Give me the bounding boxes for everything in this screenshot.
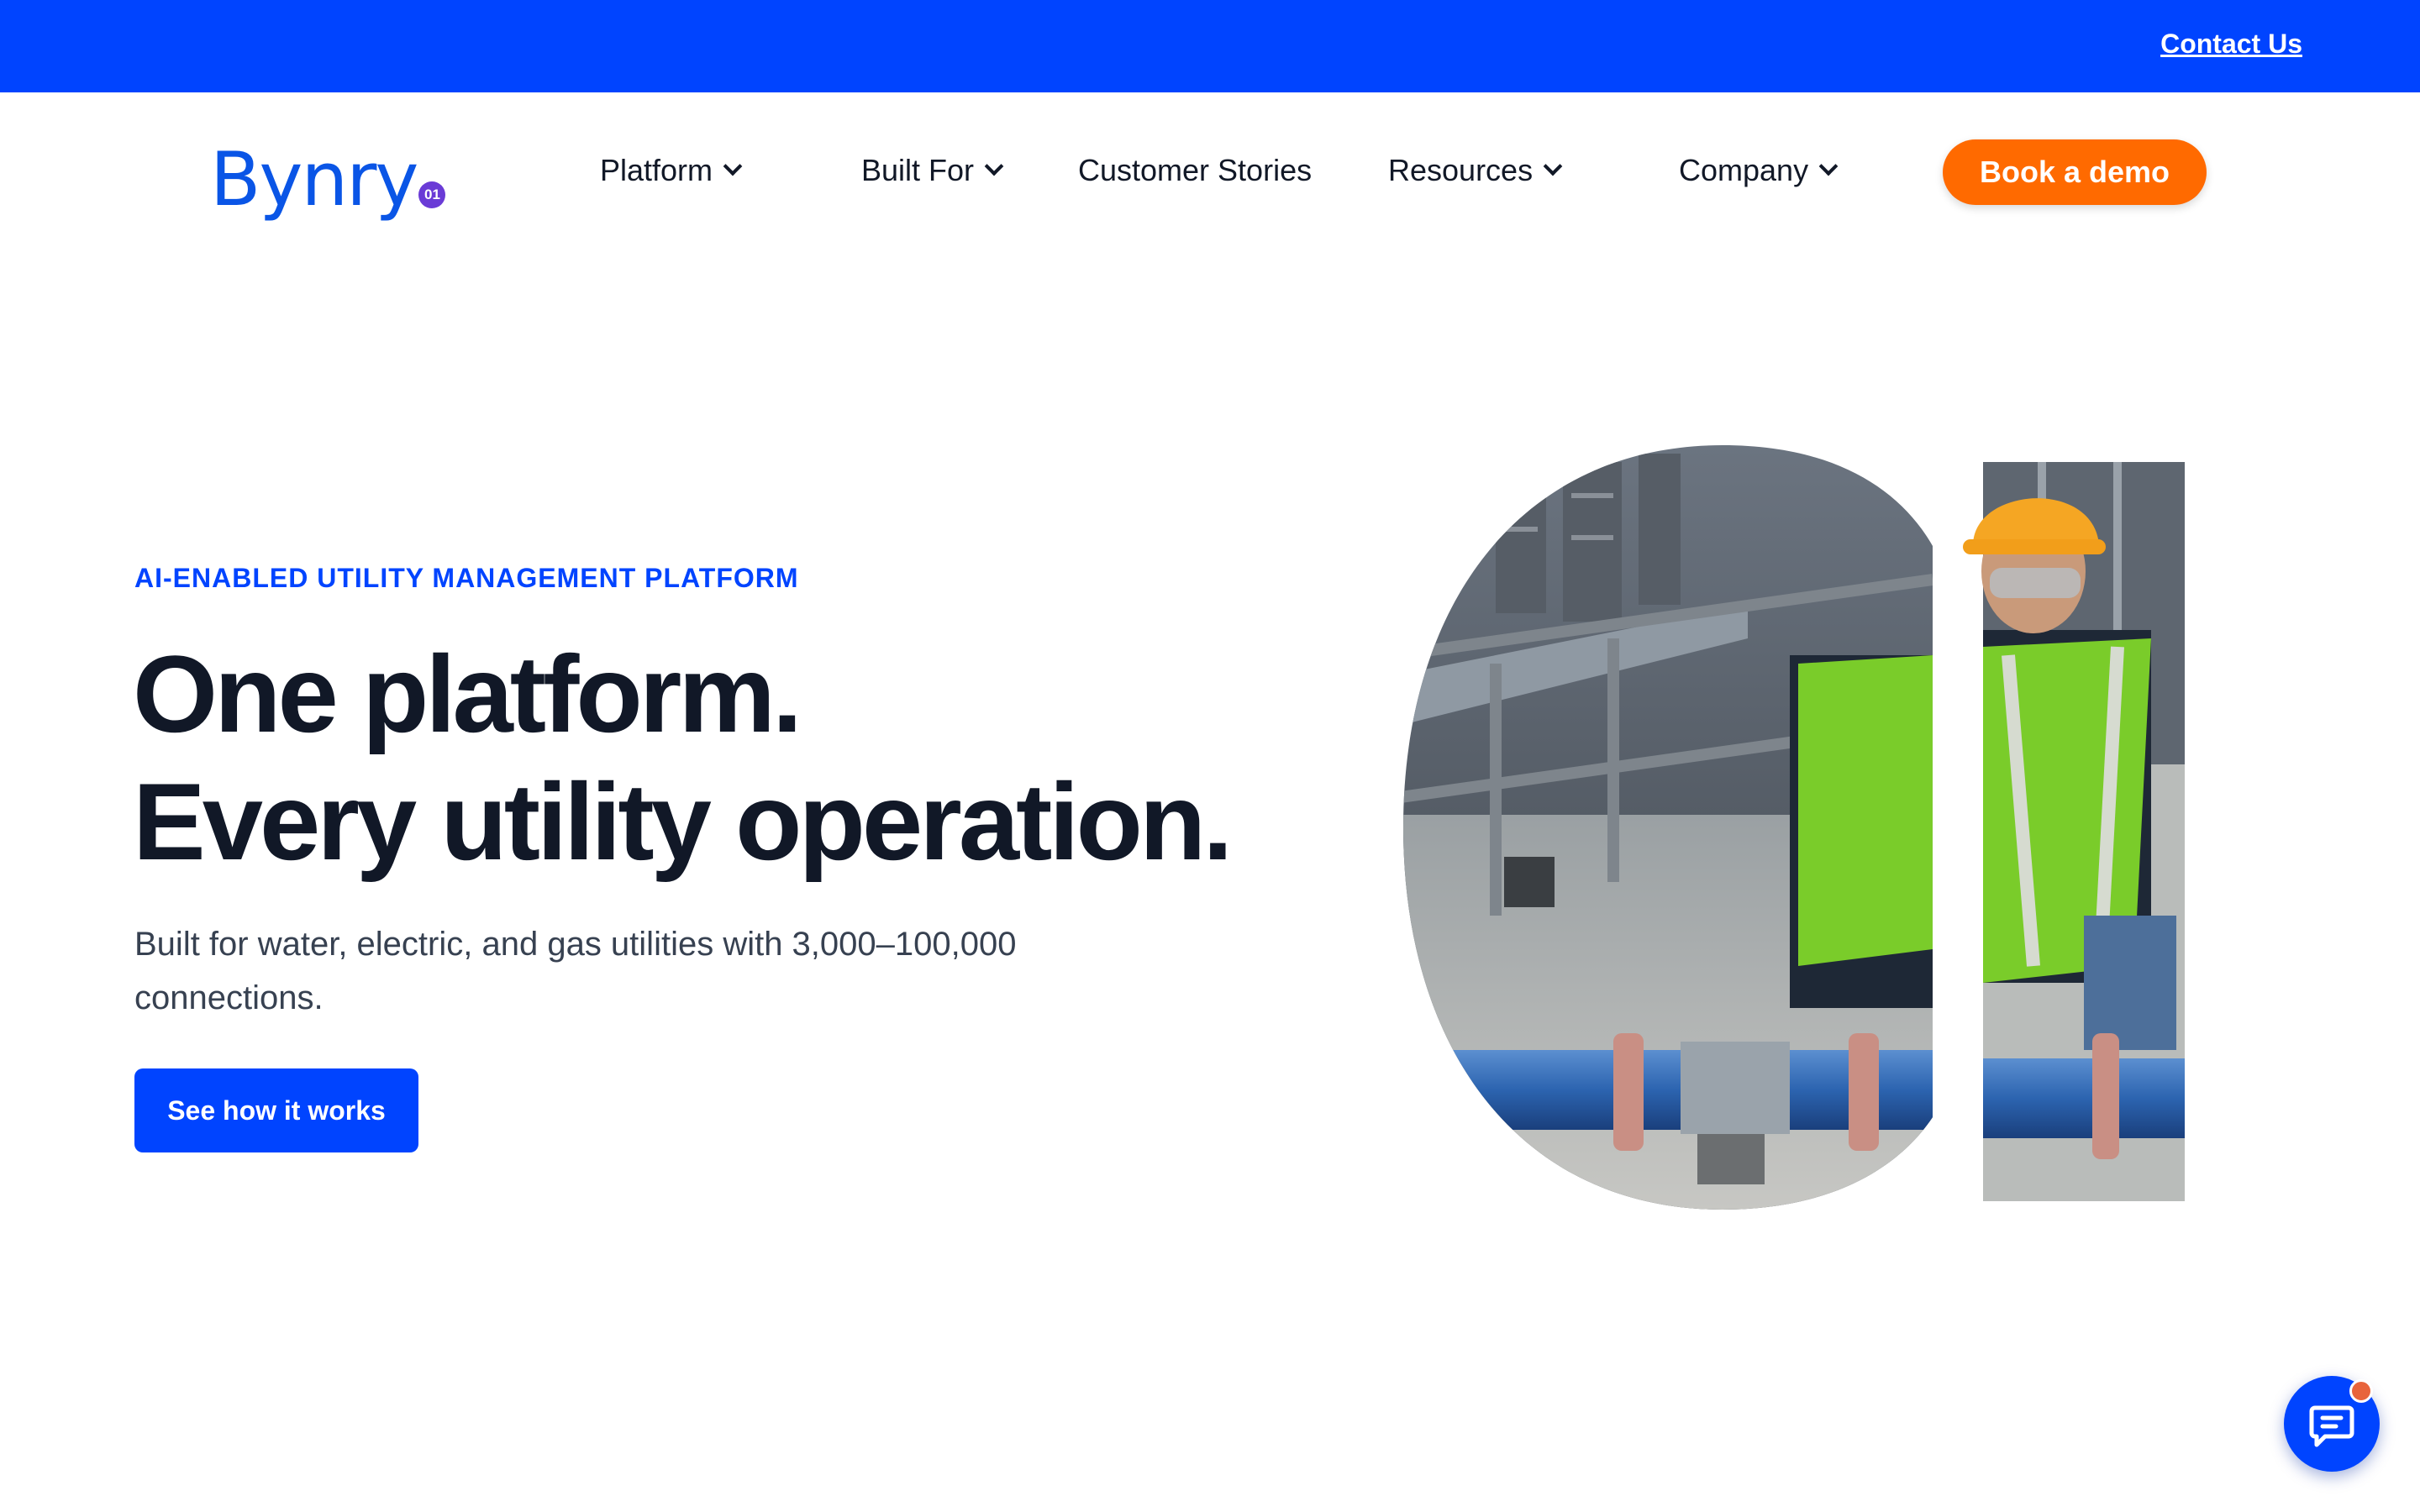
- nav-item-label: Company: [1679, 153, 1809, 187]
- nav-item-label: Platform: [600, 153, 713, 187]
- worker-photo-illustration: [1403, 445, 2185, 1210]
- nav-item-customer-stories[interactable]: Customer Stories: [1078, 153, 1312, 188]
- see-how-it-works-button[interactable]: See how it works: [134, 1068, 418, 1152]
- headline-line-1: One platform.: [133, 633, 802, 755]
- nav-item-built-for[interactable]: Built For: [861, 153, 1004, 188]
- book-demo-button[interactable]: Book a demo: [1943, 139, 2207, 205]
- hero-subtext: Built for water, electric, and gas utili…: [134, 926, 1017, 1016]
- nav-item-label: Built For: [861, 153, 975, 187]
- hero-image: [1395, 445, 2202, 1218]
- main-nav: Bynry 01 Platform Built For Customer Sto…: [0, 92, 2420, 252]
- contact-us-link[interactable]: Contact Us: [2160, 29, 2302, 60]
- nav-item-label: Resources: [1388, 153, 1534, 187]
- logo-wordmark: Bynry: [210, 136, 418, 223]
- bynry-logo[interactable]: Bynry 01: [210, 133, 446, 223]
- nav-item-label: Customer Stories: [1078, 153, 1313, 187]
- hero-headline: One platform. Every utility operation.: [133, 630, 1233, 885]
- top-bar: Contact Us: [0, 0, 2420, 92]
- nav-item-company[interactable]: Company: [1679, 153, 1839, 188]
- chevron-down-icon: [984, 156, 1004, 176]
- chevron-down-icon: [723, 156, 743, 176]
- nav-item-resources[interactable]: Resources: [1388, 153, 1563, 188]
- chevron-down-icon: [1818, 156, 1839, 176]
- hero-eyebrow: AI-ENABLED UTILITY MANAGEMENT PLATFORM: [134, 563, 799, 593]
- headline-line-2: Every utility operation.: [133, 760, 1233, 883]
- chat-notification-badge: [2349, 1379, 2373, 1403]
- nav-item-platform[interactable]: Platform: [600, 153, 743, 188]
- chevron-down-icon: [1543, 156, 1563, 176]
- logo-badge: 01: [418, 181, 446, 208]
